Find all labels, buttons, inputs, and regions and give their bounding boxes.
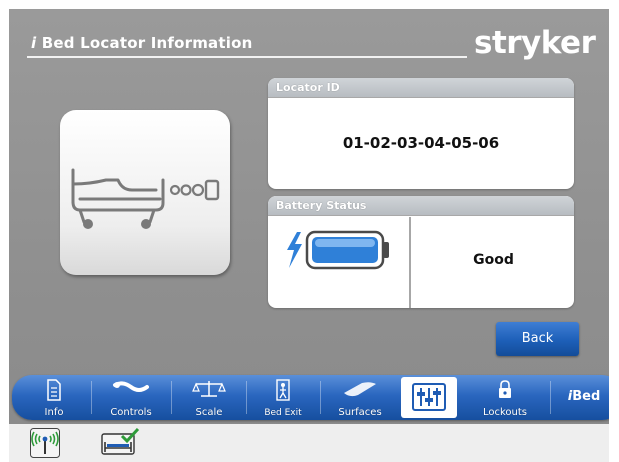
page-title: i Bed Locator Information xyxy=(31,34,252,52)
nav-tab-surfaces-label: Surfaces xyxy=(338,407,382,418)
bed-locator-illustration xyxy=(60,110,230,275)
battery-charging-icon xyxy=(287,230,389,270)
bed-locator-icon xyxy=(71,168,220,229)
controls-icon xyxy=(113,381,149,392)
ibed-mark: i xyxy=(31,34,37,52)
battery-panel-divider xyxy=(409,217,411,308)
nav-tab-controls[interactable]: Controls xyxy=(94,375,168,420)
nav-divider xyxy=(550,381,551,414)
bottom-nav-bar: Info Controls Scale Bed Exit Surfaces Lo… xyxy=(12,375,609,420)
locator-id-value: 01-02-03-04-05-06 xyxy=(342,134,500,152)
nav-divider xyxy=(320,381,321,414)
status-strip xyxy=(9,424,609,462)
nav-divider xyxy=(171,381,172,414)
nav-tab-controls-label: Controls xyxy=(110,407,152,418)
bed-status-check-icon[interactable] xyxy=(100,428,140,458)
info-icon xyxy=(47,379,61,401)
nav-tab-scale[interactable]: Scale xyxy=(174,375,244,420)
bed-exit-icon xyxy=(276,379,290,401)
nav-tab-lockouts-label: Lockouts xyxy=(482,407,528,418)
nav-tab-settings[interactable] xyxy=(401,377,457,418)
brand-logo: stryker xyxy=(474,25,596,61)
ibed-label: iBed xyxy=(553,389,609,404)
battery-status-label: Battery Status xyxy=(268,196,574,216)
lock-icon xyxy=(499,380,511,398)
nav-tab-bed-exit-label: Bed Exit xyxy=(264,408,302,418)
ibed-label-text: Bed xyxy=(572,389,601,404)
nav-tab-lockouts[interactable]: Lockouts xyxy=(462,375,548,420)
nav-tab-scale-label: Scale xyxy=(195,407,223,418)
nav-tab-surfaces[interactable]: Surfaces xyxy=(323,375,397,420)
nav-tab-bed-exit[interactable]: Bed Exit xyxy=(248,375,318,420)
nav-divider xyxy=(246,381,247,414)
back-button[interactable]: Back xyxy=(496,322,579,356)
locator-id-label: Locator ID xyxy=(268,78,574,98)
locator-id-panel: Locator ID 01-02-03-04-05-06 xyxy=(268,78,574,189)
sliders-icon xyxy=(412,383,446,411)
scale-icon xyxy=(192,381,226,397)
header-divider xyxy=(27,56,467,58)
nav-tab-ibed[interactable]: iBed xyxy=(553,375,609,420)
nav-divider xyxy=(91,381,92,414)
battery-status-panel: Battery Status Good xyxy=(268,196,574,308)
wireless-signal-icon[interactable] xyxy=(30,428,60,458)
battery-status-value: Good xyxy=(473,252,514,268)
nav-tab-info-label: Info xyxy=(44,407,64,418)
surfaces-icon xyxy=(344,382,376,397)
bed-locator-screen: i Bed Locator Information stryker Locato… xyxy=(9,9,609,462)
nav-tab-info[interactable]: Info xyxy=(20,375,88,420)
page-title-text: Bed Locator Information xyxy=(41,34,253,52)
